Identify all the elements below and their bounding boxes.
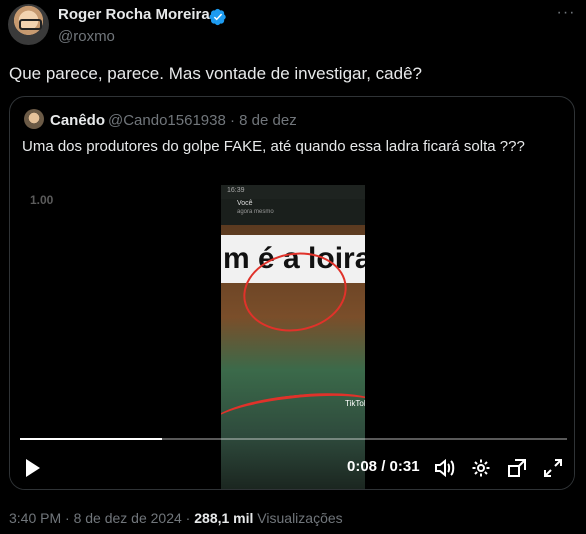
play-button[interactable] [20, 455, 46, 481]
playback-speed-label: 1.00 [30, 193, 54, 207]
play-icon [26, 459, 40, 477]
quote-avatar[interactable] [24, 109, 44, 129]
video-progress-bar[interactable] [20, 438, 567, 440]
video-time: 0:08 / 0:31 [347, 458, 420, 475]
video-frame: 16:39 Você agora mesmo m é a loira TikTo… [221, 185, 365, 489]
pip-button[interactable] [504, 455, 530, 481]
fullscreen-button[interactable] [540, 455, 566, 481]
author-name[interactable]: Roger Rocha Moreira [58, 6, 210, 23]
tiktok-watermark: TikTok [345, 399, 365, 408]
settings-button[interactable] [468, 455, 494, 481]
tweet-text: Que parece, parece. Mas vontade de inves… [9, 64, 422, 83]
frame-status-bar: 16:39 [221, 185, 365, 199]
volume-icon [435, 458, 455, 478]
tweet-timestamp[interactable]: 3:40 PM · 8 de dez de 2024 [9, 510, 182, 526]
verified-badge-icon [209, 8, 226, 26]
quote-text: Uma dos produtores do golpe FAKE, até qu… [22, 138, 525, 155]
quote-handle-date[interactable]: @Cando1561938 · 8 de dez [108, 112, 297, 129]
tweet-meta: 3:40 PM · 8 de dez de 2024 · 288,1 mil V… [9, 510, 343, 526]
views-label: Visualizações [253, 510, 343, 526]
author-avatar[interactable] [8, 4, 49, 45]
volume-button[interactable] [432, 455, 458, 481]
frame-user: Você agora mesmo [237, 200, 274, 216]
views-count: 288,1 mil [194, 510, 254, 526]
pip-icon [508, 459, 526, 477]
quoted-tweet[interactable]: Canêdo @Cando1561938 · 8 de dez Uma dos … [9, 96, 575, 490]
frame-user-sub: agora mesmo [237, 209, 274, 215]
fullscreen-icon [544, 459, 562, 477]
more-options-icon[interactable]: ··· [556, 5, 576, 26]
quote-author-name[interactable]: Canêdo [50, 112, 105, 129]
frame-user-name: Você [237, 200, 253, 207]
author-handle[interactable]: @roxmo [58, 28, 115, 45]
gear-icon [472, 459, 490, 477]
video-player[interactable]: 1.00 16:39 Você agora mesmo m é a loira … [10, 171, 574, 489]
meta-separator: · [181, 510, 195, 526]
video-progress-fill [20, 438, 163, 440]
